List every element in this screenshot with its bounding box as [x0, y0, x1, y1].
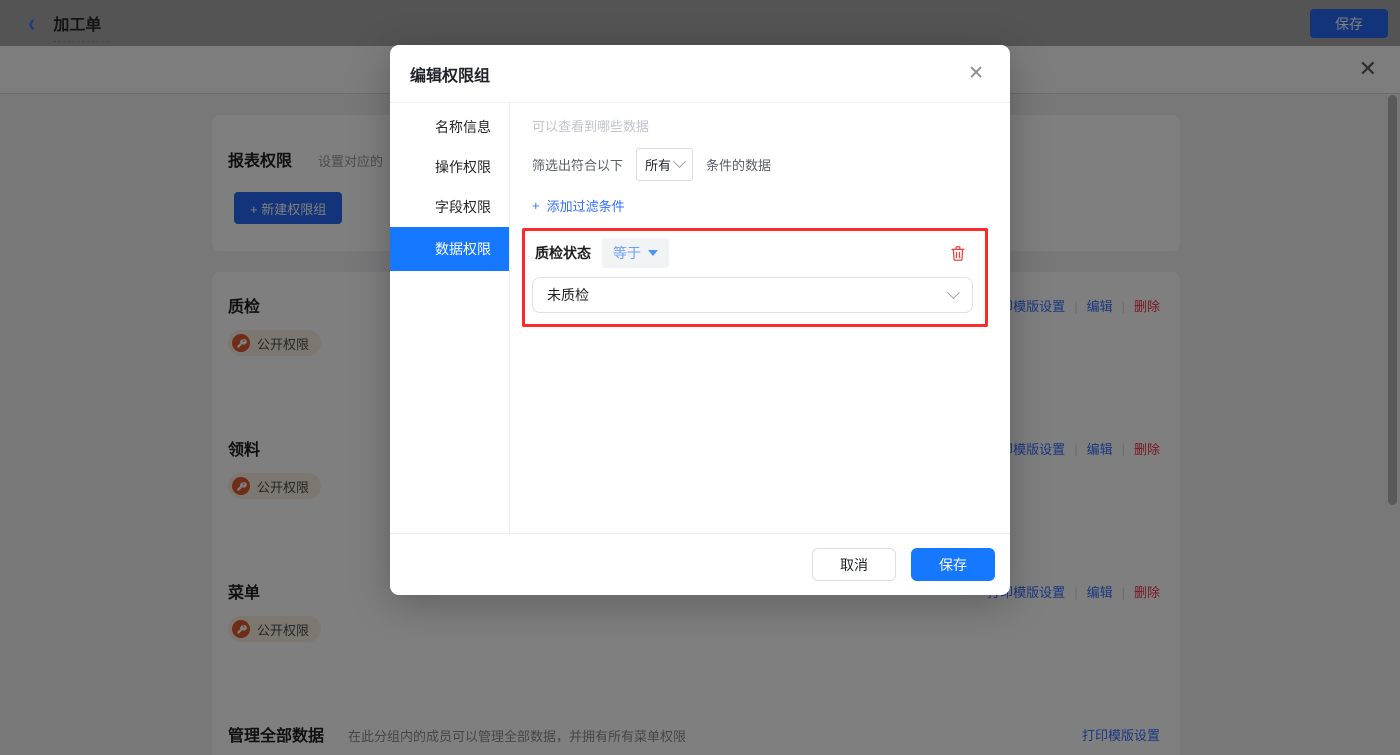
operator-value: 等于 — [613, 243, 641, 263]
annotation-highlight-box: 质检状态 等于 — [522, 228, 988, 327]
chevron-down-icon — [673, 155, 686, 168]
filter-match-row: 筛选出符合以下 所有 条件的数据 — [532, 148, 988, 181]
app-root: ‹ 加工单 保存 ✕ 报表权限 设置对应的「 + 新建权限组 质检 打印模版设置… — [0, 0, 1400, 755]
condition-value-select[interactable]: 未质检 — [532, 277, 973, 313]
modal-title: 编辑权限组 — [410, 62, 490, 86]
match-mode-value: 所有 — [645, 155, 671, 174]
modal-close-icon[interactable]: ✕ — [968, 64, 984, 83]
cancel-button[interactable]: 取消 — [812, 548, 896, 581]
add-filter-condition-label: 添加过滤条件 — [547, 196, 625, 215]
tab-operation-permission[interactable]: 操作权限 — [390, 147, 509, 187]
match-mode-select[interactable]: 所有 — [636, 148, 693, 181]
filter-prefix-text: 筛选出符合以下 — [532, 155, 623, 174]
modal-header: 编辑权限组 ✕ — [390, 45, 1010, 103]
chevron-down-icon — [947, 286, 960, 299]
edit-permission-group-modal: 编辑权限组 ✕ 名称信息 操作权限 字段权限 数据权限 可以查看到哪些数据 筛选… — [390, 45, 1010, 595]
operator-dropdown[interactable]: 等于 — [602, 238, 669, 268]
plus-icon: + — [532, 198, 540, 213]
condition-row: 质检状态 等于 — [532, 237, 973, 269]
condition-value: 未质检 — [547, 285, 589, 305]
modal-footer: 取消 保存 — [390, 533, 1010, 595]
modal-content: 可以查看到哪些数据 筛选出符合以下 所有 条件的数据 + 添加过滤条件 质检状态 — [510, 103, 1010, 533]
add-filter-condition-link[interactable]: + 添加过滤条件 — [532, 196, 625, 215]
delete-condition-icon[interactable] — [949, 244, 967, 263]
tab-field-permission[interactable]: 字段权限 — [390, 187, 509, 227]
tab-name-info[interactable]: 名称信息 — [390, 107, 509, 147]
caret-down-icon — [648, 250, 658, 256]
modal-body: 名称信息 操作权限 字段权限 数据权限 可以查看到哪些数据 筛选出符合以下 所有… — [390, 103, 1010, 533]
data-scope-hint: 可以查看到哪些数据 — [532, 116, 988, 135]
save-button[interactable]: 保存 — [911, 548, 995, 581]
filter-suffix-text: 条件的数据 — [706, 155, 771, 174]
modal-sidebar: 名称信息 操作权限 字段权限 数据权限 — [390, 103, 510, 533]
condition-field-label: 质检状态 — [535, 243, 591, 263]
tab-data-permission[interactable]: 数据权限 — [390, 227, 509, 271]
